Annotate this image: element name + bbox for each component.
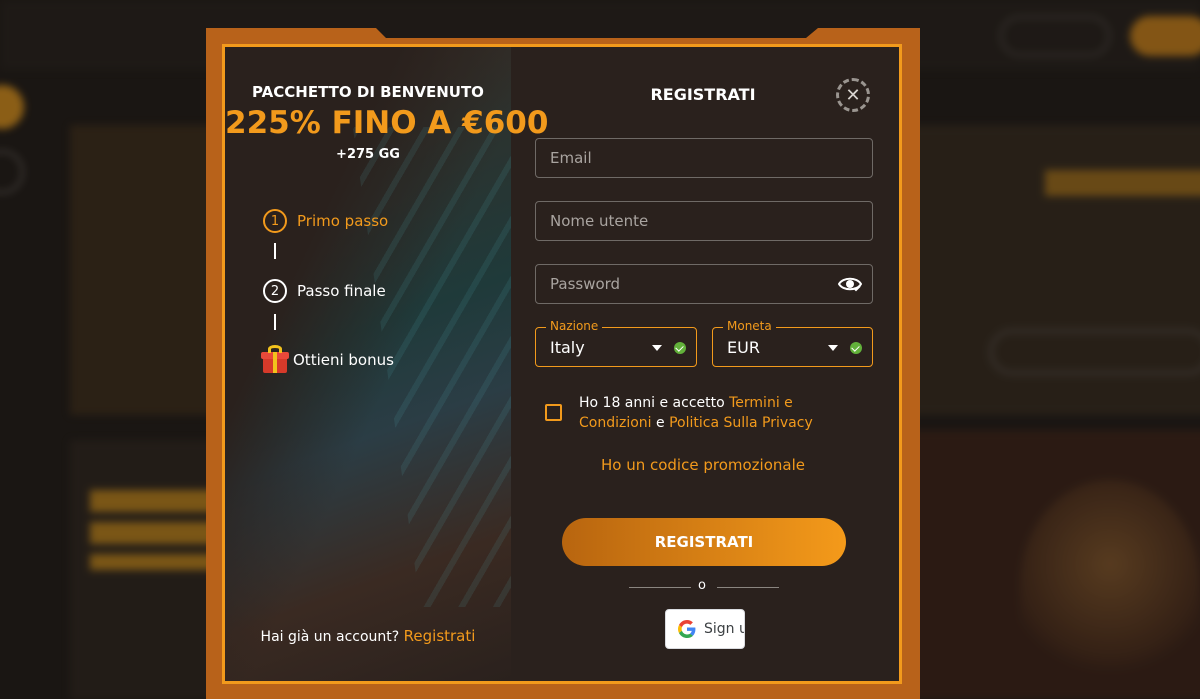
chevron-down-icon — [652, 345, 662, 351]
divider — [717, 587, 779, 588]
step-number: 2 — [263, 279, 287, 303]
background-banner-title — [1045, 170, 1200, 196]
privacy-link[interactable]: Politica Sulla Privacy — [669, 415, 813, 431]
password-input[interactable] — [536, 265, 872, 303]
promo-panel: PACCHETTO DI BENVENUTO 225% FINO A €600 … — [225, 47, 549, 681]
terms-checkbox[interactable] — [545, 404, 562, 421]
email-input[interactable] — [536, 139, 872, 177]
step-first: 1 Primo passo — [263, 209, 388, 233]
google-label: Sign u — [704, 621, 745, 637]
terms-mid: e — [651, 415, 670, 431]
check-circle-icon — [850, 342, 862, 354]
username-input[interactable] — [536, 202, 872, 240]
login-link[interactable]: Registrati — [404, 627, 476, 645]
background-signup-button — [1130, 16, 1200, 56]
background-nav-icon — [0, 150, 24, 194]
divider — [629, 587, 691, 588]
background-banner-button — [990, 330, 1200, 374]
nation-select[interactable]: Nazione Italy — [535, 319, 697, 367]
google-signin-button[interactable]: Sign u — [665, 609, 745, 649]
background-mascot — [1020, 480, 1200, 690]
promo-code-link[interactable]: Ho un codice promozionale — [535, 456, 871, 474]
step-final: 2 Passo finale — [263, 279, 386, 303]
step-connector — [274, 243, 276, 259]
terms-text: Ho 18 anni e accetto Termini e Condizion… — [579, 393, 869, 433]
step-connector — [274, 314, 276, 330]
email-field[interactable] — [535, 138, 873, 178]
background-login-button — [1000, 16, 1110, 56]
currency-value: EUR — [727, 338, 760, 357]
account-prompt: Hai già un account? Registrati — [225, 627, 511, 645]
step-number: 1 — [263, 209, 287, 233]
currency-select[interactable]: Moneta EUR — [712, 319, 873, 367]
close-icon: ✕ — [845, 84, 861, 106]
form-title: REGISTRATI — [650, 85, 756, 104]
chevron-down-icon — [828, 345, 838, 351]
step-bonus: Ottieni bonus — [261, 345, 394, 375]
username-field[interactable] — [535, 201, 873, 241]
terms-prefix: Ho 18 anni e accetto — [579, 395, 730, 411]
promo-extra: +275 GG — [336, 147, 400, 162]
check-circle-icon — [674, 342, 686, 354]
nation-label: Nazione — [546, 319, 603, 333]
or-separator: o — [698, 578, 706, 593]
background-menu-icon — [0, 85, 24, 129]
register-button[interactable]: REGISTRATI — [562, 518, 846, 566]
background-banner-text — [90, 490, 220, 570]
promo-title: 225% FINO A €600 — [225, 105, 549, 141]
step-label: Passo finale — [297, 282, 386, 300]
gift-icon — [261, 345, 289, 375]
promo-subtitle: PACCHETTO DI BENVENUTO — [252, 83, 484, 101]
currency-label: Moneta — [723, 319, 776, 333]
password-field[interactable] — [535, 264, 873, 304]
step-label: Primo passo — [297, 212, 389, 230]
step-label: Ottieni bonus — [293, 351, 394, 369]
google-icon — [678, 620, 696, 638]
nation-value: Italy — [550, 338, 585, 357]
account-question: Hai già un account? — [260, 629, 400, 645]
close-button[interactable]: ✕ — [836, 78, 870, 112]
registration-modal: PACCHETTO DI BENVENUTO 225% FINO A €600 … — [222, 44, 902, 684]
eye-icon[interactable] — [838, 275, 862, 293]
